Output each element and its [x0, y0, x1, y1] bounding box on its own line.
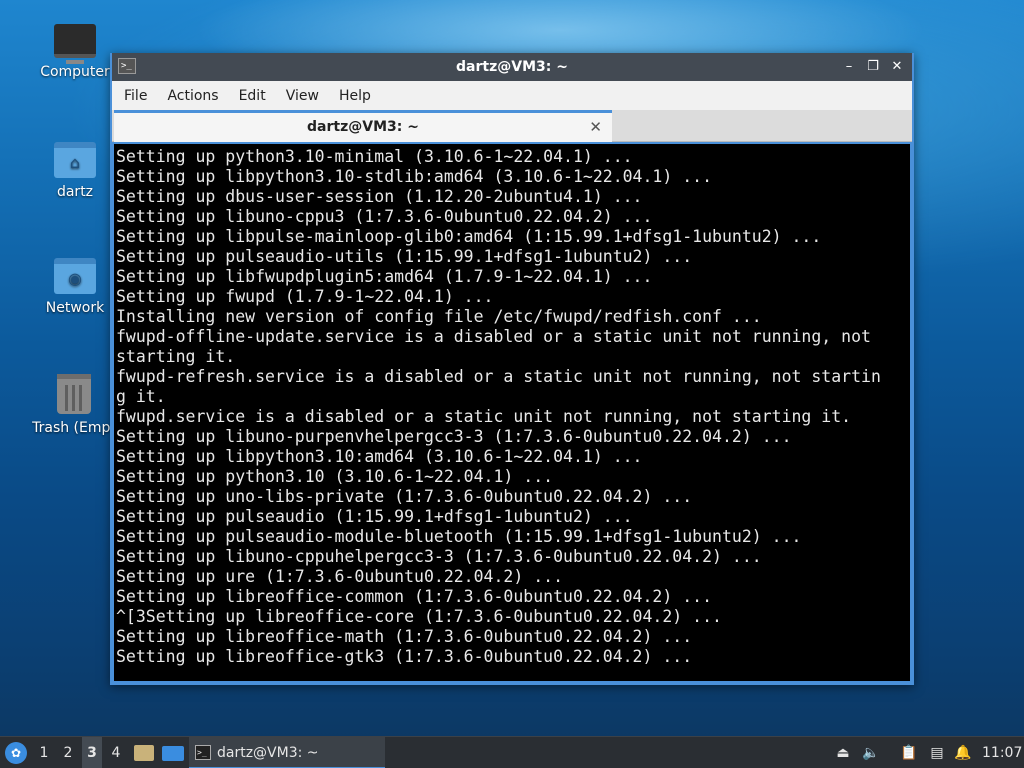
menu-file[interactable]: File — [124, 88, 147, 104]
task-label: dartz@VM3: ~ — [217, 745, 319, 761]
tab-bar: dartz@VM3: ~ ✕ — [112, 110, 912, 142]
eject-icon[interactable]: ⏏ — [834, 737, 852, 768]
terminal-line: starting it. — [116, 347, 236, 366]
terminal-line: Setting up pulseaudio (1:15.99.1+dfsg1-1… — [116, 507, 633, 526]
window-titlebar[interactable]: >_ dartz@VM3: ~ – ❐ ✕ — [112, 53, 912, 81]
terminal-line: Setting up libuno-cppuhelpergcc3-3 (1:7.… — [116, 547, 762, 566]
tab-label: dartz@VM3: ~ — [307, 119, 419, 135]
terminal-line: Installing new version of config file /e… — [116, 307, 762, 326]
terminal-line: Setting up libpulse-mainloop-glib0:amd64… — [116, 227, 822, 246]
computer-icon — [54, 24, 96, 64]
notification-icon[interactable]: 🔔 — [954, 737, 972, 768]
workspace-4[interactable]: 4 — [106, 737, 126, 768]
terminal-window: >_ dartz@VM3: ~ – ❐ ✕ File Actions Edit … — [110, 53, 914, 685]
desktop-icon-label: dartz — [56, 184, 94, 200]
menu-view[interactable]: View — [286, 88, 319, 104]
workspace-2[interactable]: 2 — [58, 737, 78, 768]
restore-button[interactable]: ❐ — [864, 57, 882, 77]
terminal-line: Setting up libfwupdplugin5:amd64 (1.7.9-… — [116, 267, 653, 286]
terminal-line: Setting up ure (1:7.3.6-0ubuntu0.22.04.2… — [116, 567, 564, 586]
desktop-icon-home[interactable]: ⌂ dartz — [27, 142, 123, 200]
terminal-line: g it. — [116, 387, 166, 406]
terminal-line: Setting up libuno-purpenvhelpergcc3-3 (1… — [116, 427, 792, 446]
show-desktop-icon[interactable] — [162, 746, 184, 761]
home-folder-icon: ⌂ — [54, 142, 96, 178]
desktop-icon-label: Network — [45, 300, 105, 316]
menu-edit[interactable]: Edit — [239, 88, 266, 104]
taskbar: ✿ 1 2 3 4 >_ dartz@VM3: ~ ⏏ 🔈 📋 ▤ 🔔 11:0… — [0, 736, 1024, 768]
terminal-line: Setting up libpython3.10:amd64 (3.10.6-1… — [116, 447, 643, 466]
clipboard-icon[interactable]: 📋 — [900, 737, 918, 768]
terminal-line: fwupd.service is a disabled or a static … — [116, 407, 852, 426]
trash-icon — [57, 374, 91, 414]
tab-close-icon[interactable]: ✕ — [589, 113, 602, 141]
menu-help[interactable]: Help — [339, 88, 371, 104]
desktop-icon-label: Computer — [40, 64, 110, 80]
terminal-line: Setting up uno-libs-private (1:7.3.6-0ub… — [116, 487, 693, 506]
application-menu-icon[interactable]: ✿ — [5, 742, 27, 764]
terminal-line: Setting up libuno-cppu3 (1:7.3.6-0ubuntu… — [116, 207, 653, 226]
terminal-line: ^[3Setting up libreoffice-core (1:7.3.6-… — [116, 607, 722, 626]
menu-bar: File Actions Edit View Help — [112, 81, 912, 110]
terminal-line: Setting up python3.10 (3.10.6-1~22.04.1)… — [116, 467, 554, 486]
menu-actions[interactable]: Actions — [167, 88, 218, 104]
network-icon[interactable]: ▤ — [928, 737, 946, 768]
workspace-1[interactable]: 1 — [34, 737, 54, 768]
window-title: dartz@VM3: ~ — [456, 59, 568, 75]
network-folder-icon: ◉ — [54, 258, 96, 294]
terminal-line: Setting up dbus-user-session (1.12.20-2u… — [116, 187, 643, 206]
terminal-line: Setting up fwupd (1.7.9-1~22.04.1) ... — [116, 287, 494, 306]
terminal-line: Setting up pulseaudio-utils (1:15.99.1+d… — [116, 247, 693, 266]
workspace-3[interactable]: 3 — [82, 737, 102, 768]
terminal-line: Setting up libpython3.10-stdlib:amd64 (3… — [116, 167, 713, 186]
desktop-icon-network[interactable]: ◉ Network — [27, 258, 123, 316]
file-manager-icon[interactable] — [134, 745, 154, 761]
terminal-output[interactable]: Setting up python3.10-minimal (3.10.6-1~… — [112, 142, 912, 683]
terminal-line: Setting up pulseaudio-module-bluetooth (… — [116, 527, 802, 546]
minimize-button[interactable]: – — [840, 57, 858, 77]
taskbar-task-terminal[interactable]: >_ dartz@VM3: ~ — [189, 737, 385, 768]
terminal-line: Setting up python3.10-minimal (3.10.6-1~… — [116, 147, 633, 166]
terminal-line: Setting up libreoffice-gtk3 (1:7.3.6-0ub… — [116, 647, 693, 666]
terminal-line: fwupd-offline-update.service is a disabl… — [116, 327, 871, 346]
desktop-icon-computer[interactable]: Computer — [27, 24, 123, 80]
clock[interactable]: 11:07 — [982, 737, 1022, 768]
close-button[interactable]: ✕ — [888, 57, 906, 77]
terminal-line: Setting up libreoffice-math (1:7.3.6-0ub… — [116, 627, 693, 646]
tab-terminal[interactable]: dartz@VM3: ~ ✕ — [114, 110, 612, 142]
volume-icon[interactable]: 🔈 — [862, 737, 880, 768]
terminal-icon: >_ — [195, 745, 211, 760]
terminal-line: fwupd-refresh.service is a disabled or a… — [116, 367, 881, 386]
terminal-line: Setting up libreoffice-common (1:7.3.6-0… — [116, 587, 713, 606]
